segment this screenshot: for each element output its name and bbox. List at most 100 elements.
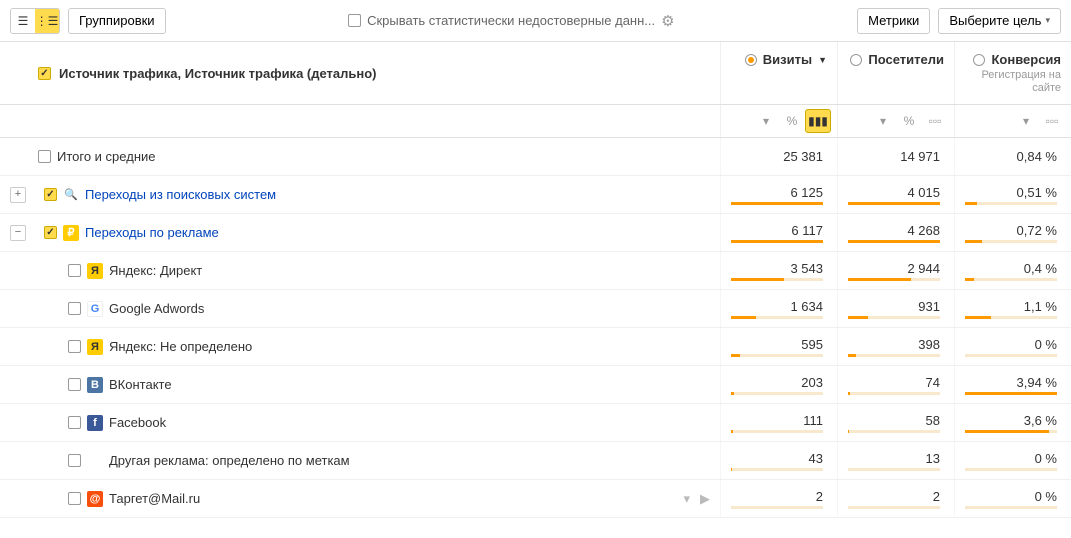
row-checkbox[interactable] [68, 454, 81, 467]
metric-header-conversion[interactable]: Конверсия Регистрация на сайте [954, 42, 1071, 104]
google-icon: G [87, 301, 103, 317]
view-tree-button[interactable]: ⋮☰ [35, 9, 59, 33]
yandex-icon: Я [87, 263, 103, 279]
totals-checkbox[interactable] [38, 150, 51, 163]
row-checkbox[interactable] [68, 340, 81, 353]
row-label[interactable]: Переходы из поисковых систем [85, 187, 276, 202]
cell-visits: 2 [816, 489, 823, 504]
cell-conversion: 0,51 % [1017, 185, 1057, 200]
metric-header-visits[interactable]: Визиты ▼ [720, 42, 837, 104]
filter-icon[interactable]: ▾ [1013, 109, 1039, 133]
hide-stat-label: Скрывать статистически недостоверные дан… [367, 13, 655, 28]
mailru-icon: @ [87, 491, 103, 507]
row-facebook: f Facebook 111 58 3,6 % [0, 404, 1071, 442]
cell-visits: 203 [801, 375, 823, 390]
row-hover-tools: ▾ ▶ [683, 491, 710, 507]
conversion-sublabel: Регистрация на сайте [965, 69, 1061, 95]
row-ads: − ₽ Переходы по рекламе 6 117 4 268 0,72… [0, 214, 1071, 252]
conversion-radio[interactable] [973, 54, 985, 66]
row-checkbox[interactable] [68, 378, 81, 391]
row-checkbox[interactable] [68, 302, 81, 315]
view-toggle: ☰ ⋮☰ [10, 8, 60, 34]
cell-conversion: 0 % [1035, 489, 1057, 504]
totals-label: Итого и средние [57, 149, 155, 164]
row-vkontakte: B ВКонтакте 203 74 3,94 % [0, 366, 1071, 404]
cell-visits: 43 [809, 451, 823, 466]
cell-conversion: 0 % [1035, 337, 1057, 352]
hide-stat-checkbox[interactable] [348, 14, 361, 27]
totals-row: Итого и средние 25 381 14 971 0,84 % [0, 138, 1071, 176]
visits-radio[interactable] [745, 54, 757, 66]
cell-visits: 111 [803, 413, 823, 428]
cell-visitors: 13 [926, 451, 940, 466]
cell-visits: 6 125 [790, 185, 823, 200]
cell-conversion: 3,6 % [1024, 413, 1057, 428]
sort-desc-icon: ▼ [818, 55, 827, 65]
dimension-header: Источник трафика, Источник трафика (дета… [0, 42, 720, 104]
cell-visitors: 398 [918, 337, 940, 352]
gear-icon[interactable]: ⚙ [661, 12, 674, 30]
row-target-mailru: @ Таргет@Mail.ru ▾ ▶ 2 2 0 % [0, 480, 1071, 518]
row-checkbox[interactable] [44, 226, 57, 239]
filter-icon[interactable]: ▾ [753, 109, 779, 133]
visitors-label: Посетители [868, 52, 944, 67]
cell-visitors: 2 944 [907, 261, 940, 276]
bar-chart-icon[interactable]: ▫▫▫ [1039, 109, 1065, 133]
funnel-icon[interactable]: ▾ [683, 491, 690, 507]
cell-conversion: 0 % [1035, 451, 1057, 466]
metrics-button[interactable]: Метрики [857, 8, 930, 34]
row-checkbox[interactable] [44, 188, 57, 201]
row-checkbox[interactable] [68, 492, 81, 505]
cell-visitors: 4 268 [907, 223, 940, 238]
goal-select[interactable]: Выберите цель ▾ [938, 8, 1061, 34]
row-label[interactable]: Переходы по рекламе [85, 225, 219, 240]
row-label: Яндекс: Не определено [109, 339, 252, 354]
chevron-down-icon: ▾ [1045, 15, 1050, 26]
cell-conversion: 0,72 % [1017, 223, 1057, 238]
cell-visitors: 931 [918, 299, 940, 314]
row-label: Другая реклама: определено по меткам [109, 453, 350, 468]
bar-chart-icon[interactable]: ▫▫▫ [922, 109, 948, 133]
vk-icon: B [87, 377, 103, 393]
metric-header-visitors[interactable]: Посетители [837, 42, 954, 104]
collapse-button[interactable]: − [10, 225, 26, 241]
cell-visits: 595 [801, 337, 823, 352]
expand-button[interactable]: + [10, 187, 26, 203]
row-checkbox[interactable] [68, 264, 81, 277]
row-label: Яндекс: Директ [109, 263, 202, 278]
filter-icon[interactable]: ▾ [870, 109, 896, 133]
totals-conversion: 0,84 % [1017, 149, 1057, 164]
row-label: Facebook [109, 415, 166, 430]
toolbar: ☰ ⋮☰ Группировки Скрывать статистически … [0, 0, 1071, 42]
visitors-tools: ▾ % ▫▫▫ [837, 105, 954, 137]
row-other-ads: Другая реклама: определено по меткам 43 … [0, 442, 1071, 480]
yandex-icon: Я [87, 339, 103, 355]
tools-row: ▾ % ▮▮▮ ▾ % ▫▫▫ ▾ ▫▫▫ [0, 105, 1071, 138]
view-list-button[interactable]: ☰ [11, 9, 35, 33]
groupings-button[interactable]: Группировки [68, 8, 166, 34]
percent-icon[interactable]: % [779, 109, 805, 133]
row-yandex-undefined: Я Яндекс: Не определено 595 398 0 % [0, 328, 1071, 366]
row-label: ВКонтакте [109, 377, 172, 392]
totals-visits: 25 381 [783, 149, 823, 164]
percent-icon[interactable]: % [896, 109, 922, 133]
cell-conversion: 3,94 % [1017, 375, 1057, 390]
row-checkbox[interactable] [68, 416, 81, 429]
play-icon[interactable]: ▶ [700, 491, 710, 507]
conversion-label: Конверсия [991, 52, 1061, 67]
visits-tools: ▾ % ▮▮▮ [720, 105, 837, 137]
dimension-checkbox[interactable] [38, 67, 51, 80]
cell-conversion: 0,4 % [1024, 261, 1057, 276]
row-yandex-direct: Я Яндекс: Директ 3 543 2 944 0,4 % [0, 252, 1071, 290]
visitors-radio[interactable] [850, 54, 862, 66]
cell-visitors: 74 [926, 375, 940, 390]
bar-chart-icon[interactable]: ▮▮▮ [805, 109, 831, 133]
ads-source-icon: ₽ [63, 225, 79, 241]
cell-visitors: 2 [933, 489, 940, 504]
conversion-tools: ▾ ▫▫▫ [954, 105, 1071, 137]
facebook-icon: f [87, 415, 103, 431]
cell-conversion: 1,1 % [1024, 299, 1057, 314]
totals-visitors: 14 971 [900, 149, 940, 164]
row-search: + 🔍 Переходы из поисковых систем 6 125 4… [0, 176, 1071, 214]
row-google-adwords: G Google Adwords 1 634 931 1,1 % [0, 290, 1071, 328]
